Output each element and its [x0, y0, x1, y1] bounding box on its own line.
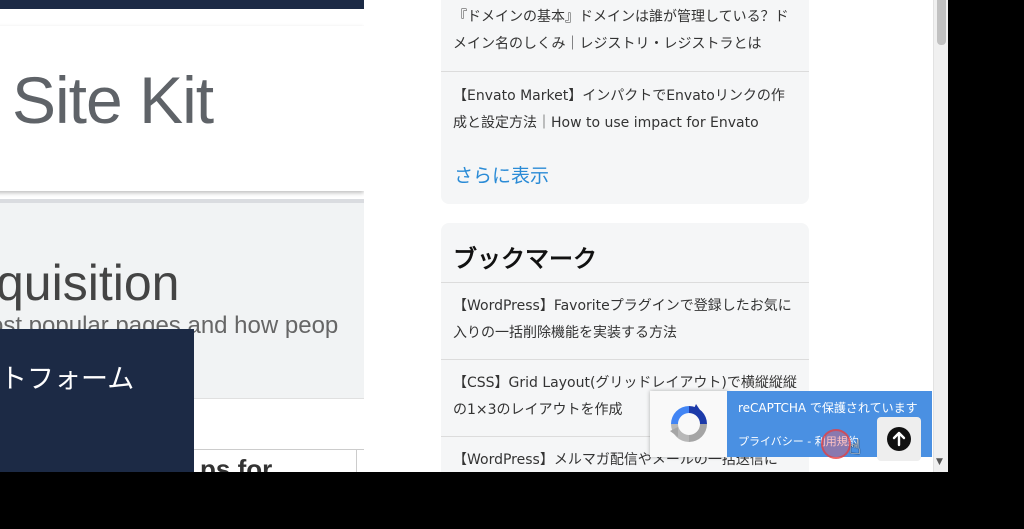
list-item[interactable]: 『ドメインの基本』ドメインは誰が管理している？ドメイン名のしくみ｜レジストリ・レ… [441, 0, 809, 72]
table-divider [190, 449, 364, 450]
main-content-area: Site Kit quisition ost popular pages and… [0, 0, 364, 472]
show-more-link[interactable]: さらに表示 [454, 161, 549, 188]
recent-posts-widget: 『ドメインの基本』ドメインは誰が管理している？ドメイン名のしくみ｜レジストリ・レ… [441, 0, 809, 204]
back-to-top-button[interactable] [877, 417, 921, 461]
overlay-menu-label[interactable]: トフォーム [0, 357, 134, 396]
post-link[interactable]: 『ドメインの基本』ドメインは誰が管理している？ドメイン名のしくみ｜レジストリ・レ… [453, 9, 789, 52]
vertical-scrollbar[interactable]: ▼ [933, 0, 948, 472]
click-indicator-icon [821, 429, 851, 459]
header-strip [0, 0, 364, 9]
acquisition-heading: quisition [0, 255, 180, 311]
lower-heading: ps for [200, 454, 273, 472]
post-link[interactable]: 【Envato Market】インパクトでEnvatoリンクの作成と設定方法｜H… [453, 88, 785, 131]
bookmark-title: ブックマーク [441, 223, 809, 283]
arrow-up-icon [887, 427, 911, 451]
scroll-down-arrow-icon[interactable]: ▼ [936, 457, 943, 467]
recaptcha-badge[interactable]: reCAPTCHA で保護されています プライバシー - 利用規約 ☝ [650, 391, 932, 461]
list-item[interactable]: 【WordPress】Favoriteプラグインで登録したお気に入りの一括削除機… [441, 283, 809, 360]
recaptcha-logo-box [650, 391, 728, 457]
recaptcha-logo-icon [670, 404, 707, 442]
recaptcha-protected-text: reCAPTCHA で保護されています [738, 401, 918, 415]
hand-pointer-icon: ☝ [849, 435, 862, 459]
table-column-divider [356, 450, 357, 472]
dark-overlay-menu[interactable]: トフォーム [0, 329, 194, 472]
browser-viewport: Site Kit quisition ost popular pages and… [0, 0, 948, 472]
list-item[interactable]: 【Envato Market】インパクトでEnvatoリンクの作成と設定方法｜H… [441, 72, 809, 150]
scrollbar-thumb[interactable] [937, 0, 946, 45]
site-kit-heading: Site Kit [12, 63, 214, 137]
bookmark-link[interactable]: 【WordPress】Favoriteプラグインで登録したお気に入りの一括削除機… [453, 298, 792, 341]
